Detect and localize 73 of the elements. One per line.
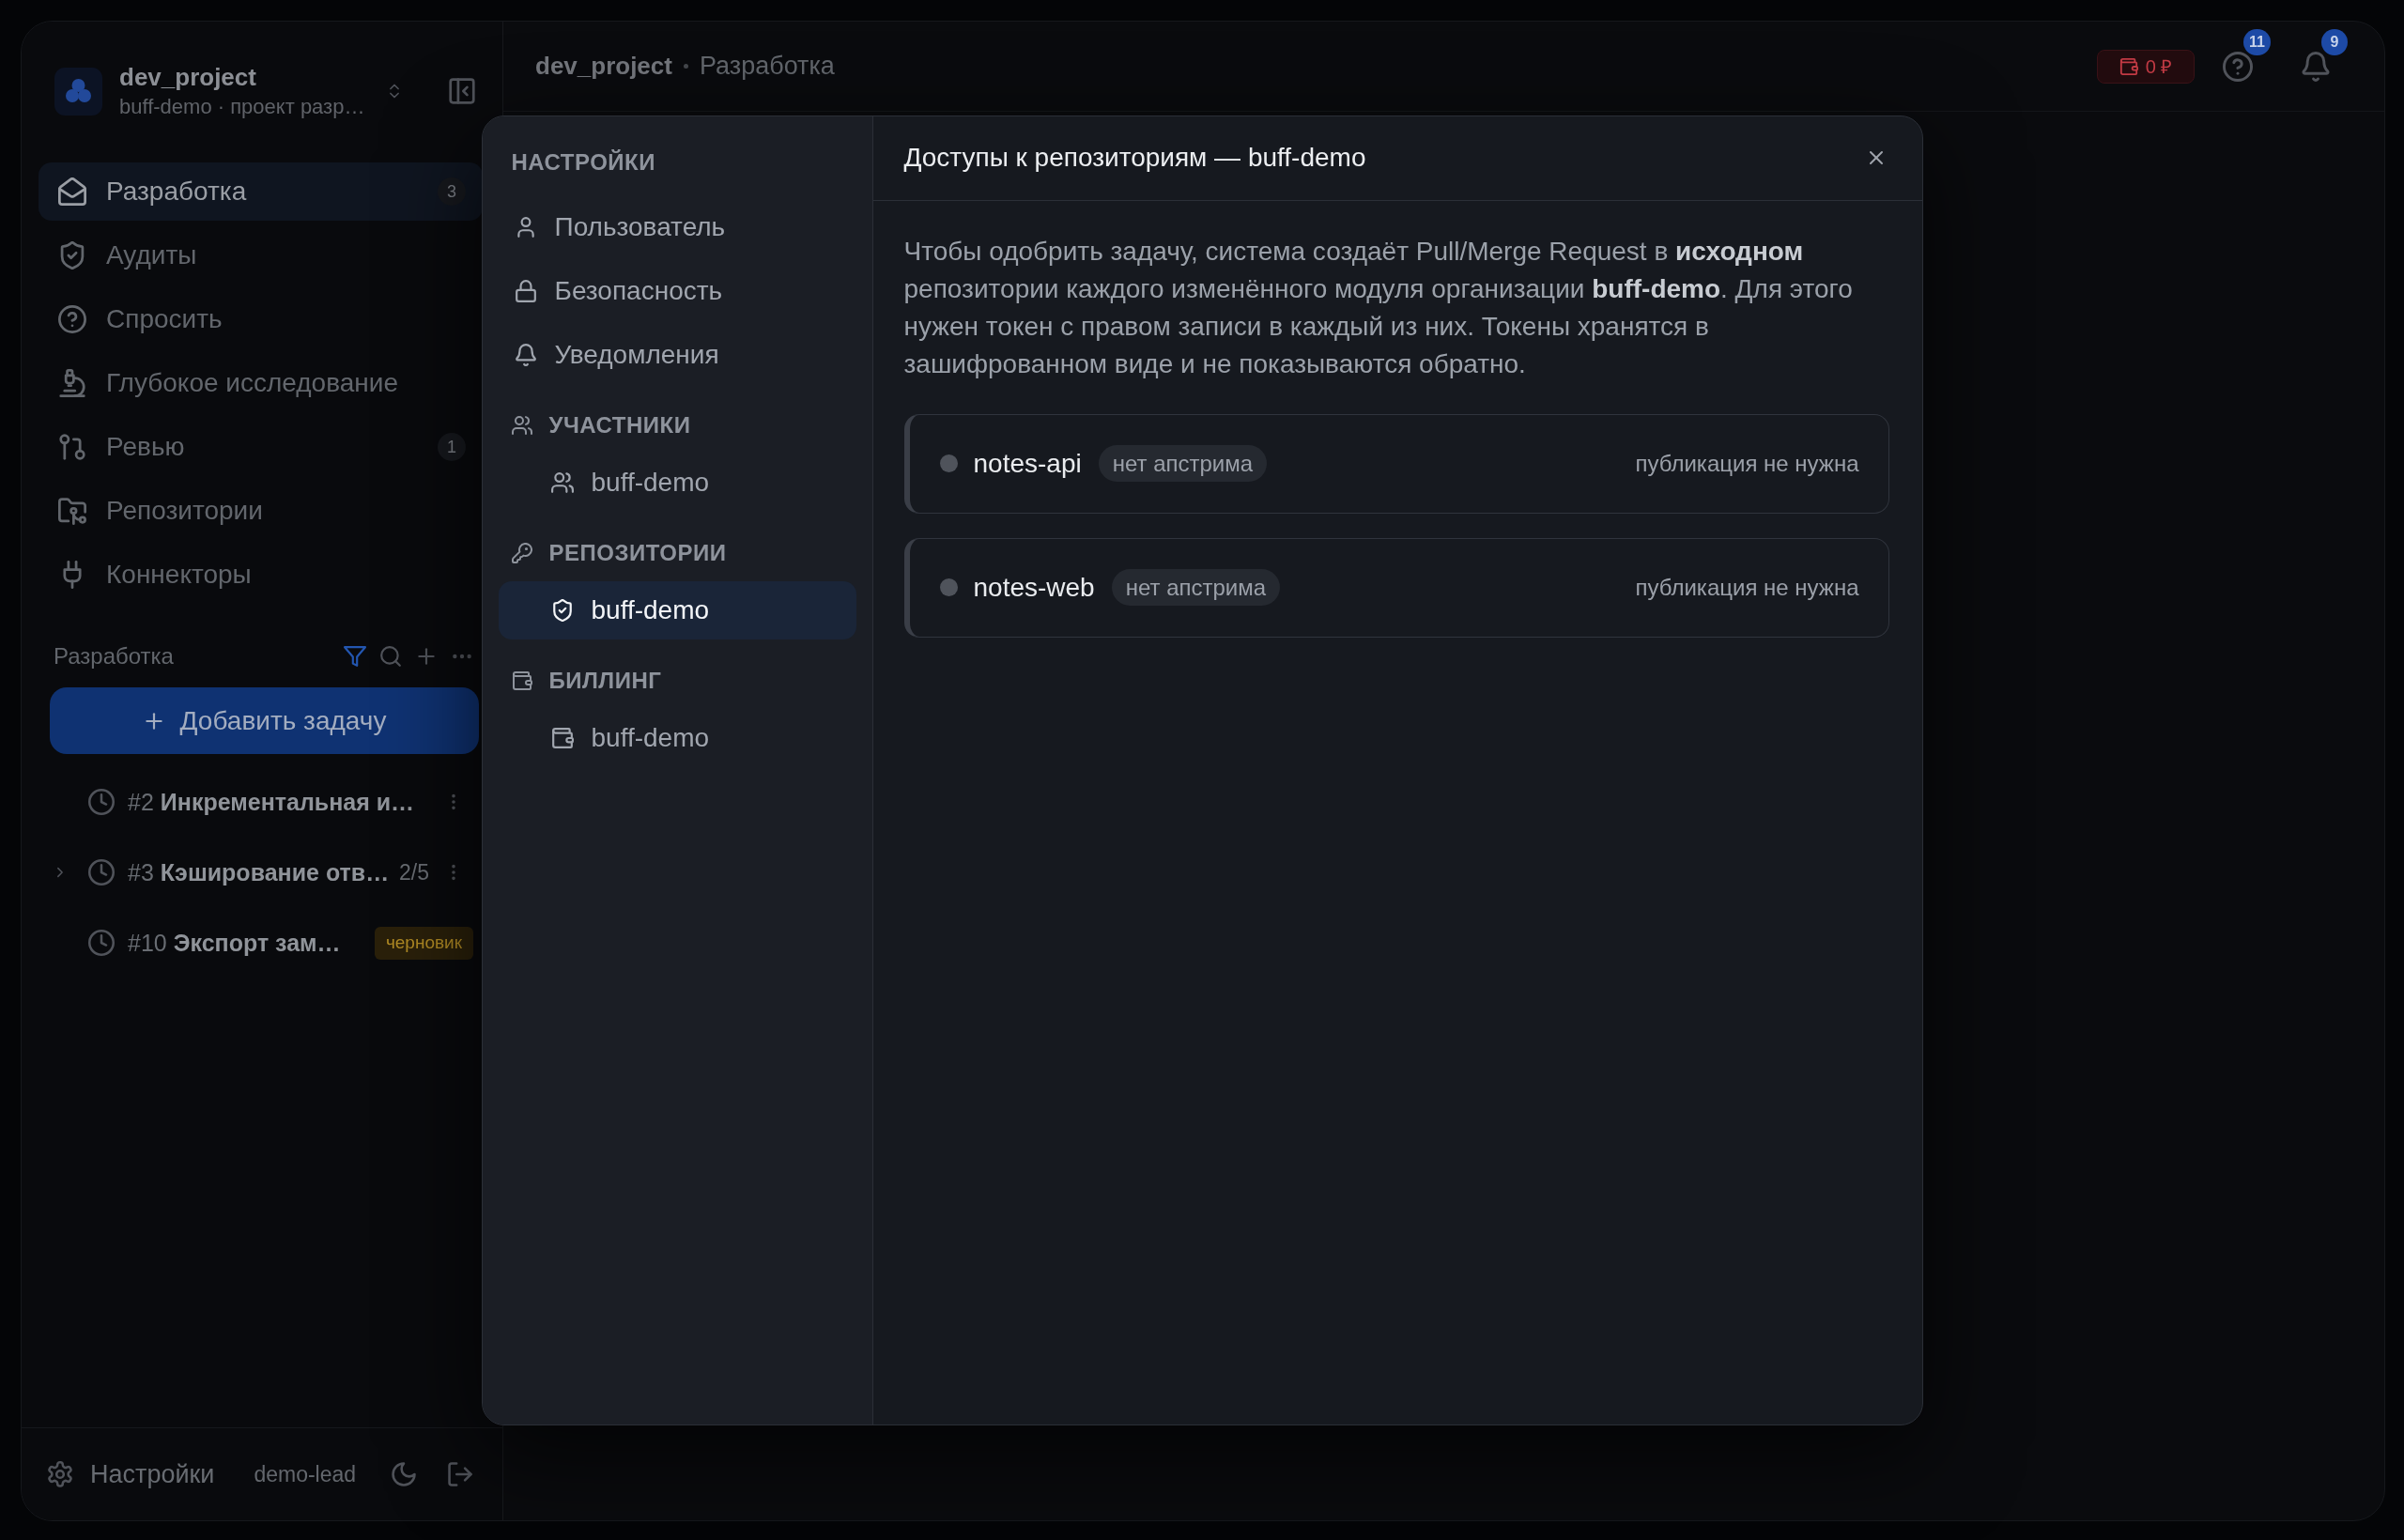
upstream-badge: нет апстрима	[1098, 445, 1268, 482]
count-badge: 3	[438, 177, 466, 206]
separator-dot-icon	[683, 64, 688, 69]
task-item[interactable]: #3 Кэширование отв… 2/5	[50, 844, 479, 901]
settings-nav-item[interactable]: buff-demo	[498, 708, 856, 767]
upstream-badge: нет апстрима	[1111, 569, 1281, 606]
count-badge: 9	[2321, 28, 2348, 55]
nav-item[interactable]: Ревью 1	[39, 418, 483, 476]
plus-icon[interactable]	[415, 645, 438, 668]
wallet-icon	[511, 670, 532, 691]
microscope-icon	[58, 369, 86, 397]
repo-name: notes-api	[973, 448, 1082, 479]
task-item[interactable]: #10 Экспорт зам… черновик	[50, 915, 479, 971]
status-dot-icon	[939, 578, 958, 596]
folder-icon	[58, 497, 86, 525]
group-heading: РЕПОЗИТОРИИ	[548, 539, 727, 566]
settings-nav-item[interactable]: Уведомления	[498, 325, 856, 384]
settings-nav-item[interactable]: Безопасность	[498, 261, 856, 320]
envelope-icon	[58, 177, 86, 206]
group-heading: УЧАСТНИКИ	[548, 411, 691, 439]
status-dot-icon	[939, 454, 958, 472]
user-name: demo-lead	[254, 1461, 357, 1487]
breadcrumb-project[interactable]: dev_project	[535, 52, 672, 81]
moon-icon[interactable]	[391, 1461, 417, 1487]
publish-status: публикация не нужна	[1635, 450, 1859, 477]
clock-icon	[88, 930, 115, 956]
sidebar-toggle-icon[interactable]	[448, 77, 476, 105]
help-icon	[58, 305, 86, 333]
description-text: Чтобы одобрить задачу, система создаёт Pull/Merge Request в исходном репозитории каждого изменённого модуля организации buff-demo. Для этого нужен токен с правом записи в каждый из них. Токены хранятся в зашифрованном виде и не показываются обратно.	[903, 235, 1854, 380]
nav-item[interactable]: Разработка 3	[39, 162, 483, 221]
nav-item[interactable]: Глубокое исследование	[39, 354, 483, 412]
clock-icon	[88, 859, 115, 886]
shield-check-icon	[58, 241, 86, 270]
project-name: dev_project	[119, 63, 257, 91]
nav-item[interactable]: Репозитории	[39, 482, 483, 540]
count-badge: 1	[438, 433, 466, 461]
gear-icon	[47, 1461, 73, 1487]
repo-name: notes-web	[973, 572, 1095, 603]
users-icon	[511, 414, 532, 436]
group-heading: БИЛЛИНГ	[548, 667, 662, 694]
section-title: Разработка	[54, 643, 174, 670]
settings-button[interactable]: Настройки	[47, 1459, 215, 1489]
shield-check-icon	[550, 598, 574, 622]
search-icon[interactable]	[379, 645, 402, 668]
bell-icon	[514, 343, 537, 366]
help-icon[interactable]	[2223, 51, 2253, 82]
key-icon	[511, 542, 532, 563]
clock-icon	[88, 789, 115, 815]
bell-icon[interactable]	[2301, 51, 2331, 82]
settings-heading: НАСТРОЙКИ	[510, 147, 655, 177]
logo-icon	[54, 67, 102, 116]
settings-nav-item[interactable]: Пользователь	[498, 197, 856, 256]
settings-nav-item[interactable]: buff-demo	[498, 453, 856, 512]
breadcrumb-page: Разработка	[699, 52, 835, 81]
users-icon	[550, 470, 574, 494]
filter-icon[interactable]	[344, 645, 366, 668]
nav-item[interactable]: Коннекторы	[39, 546, 483, 604]
lock-icon	[514, 279, 537, 302]
nav-item[interactable]: Аудиты	[39, 226, 483, 285]
wallet-icon	[550, 726, 574, 749]
add-task-button[interactable]: Добавить задачу	[50, 687, 479, 754]
task-item[interactable]: #2 Инкрементальная и…	[50, 774, 479, 830]
publish-status: публикация не нужна	[1635, 574, 1859, 601]
balance-button[interactable]: 0 ₽	[2097, 49, 2195, 84]
project-subtitle: buff-demo · проект разр…	[119, 95, 366, 119]
logout-icon[interactable]	[447, 1461, 473, 1487]
count-badge: 11	[2243, 28, 2271, 55]
dialog-title: Доступы к репозиториям — buff-demo	[903, 143, 1366, 173]
nav-item[interactable]: Спросить	[39, 290, 483, 348]
draft-badge: черновик	[374, 926, 473, 960]
pull-request-icon	[58, 433, 86, 461]
settings-nav-item[interactable]: buff-demo	[498, 580, 856, 639]
wallet-icon	[2119, 56, 2138, 76]
